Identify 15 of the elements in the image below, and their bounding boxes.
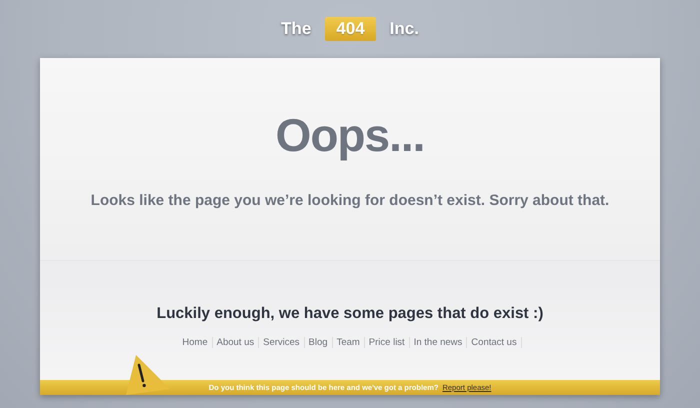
nav-link[interactable]: Blog xyxy=(304,337,333,348)
nav-link[interactable]: Contact us xyxy=(467,337,522,348)
nav-link[interactable]: Price list xyxy=(364,337,410,348)
subheading: Luckily enough, we have some pages that do exist :) xyxy=(156,305,544,323)
nav-link[interactable]: In the news xyxy=(410,337,468,348)
brand-text: Inc. xyxy=(390,19,419,39)
nav-link[interactable]: Team xyxy=(332,337,365,348)
nav-link[interactable]: About us xyxy=(212,337,260,348)
error-message: Looks like the page you we’re looking for doesn’t exist. Sorry about that. xyxy=(90,192,610,209)
warning-icon xyxy=(126,353,170,395)
brand-text: The xyxy=(281,19,312,39)
nav-link[interactable]: Home xyxy=(178,337,213,348)
nav-link[interactable]: Services xyxy=(259,337,305,348)
headline: Oops... xyxy=(276,108,424,162)
brand-badge: 404 xyxy=(325,17,376,41)
